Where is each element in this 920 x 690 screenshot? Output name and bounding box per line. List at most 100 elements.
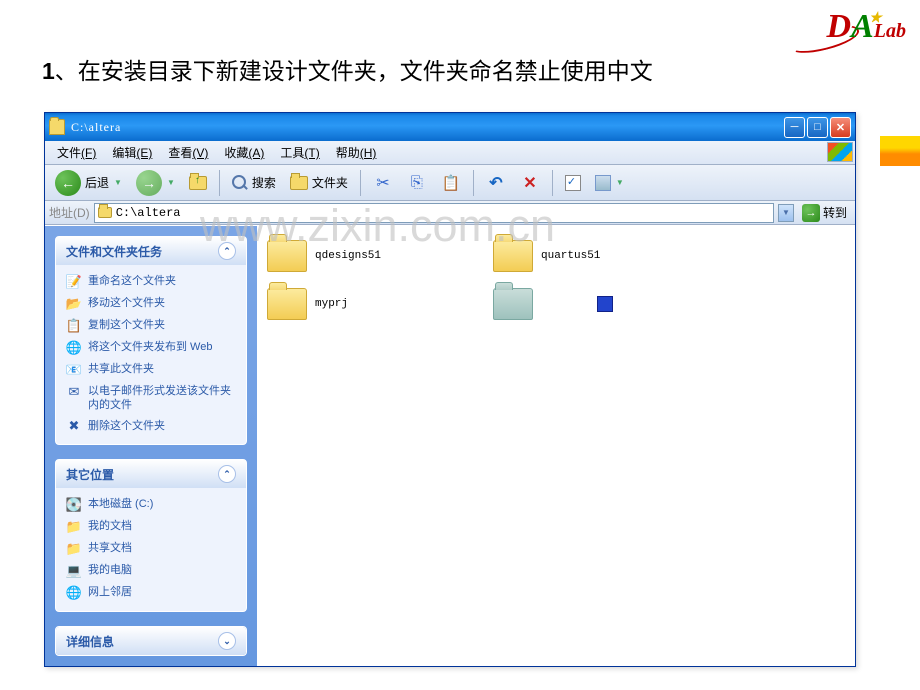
menu-tools[interactable]: 工具(T) (272, 144, 327, 161)
back-button[interactable]: ← 后退 ▼ (49, 168, 128, 198)
task-link[interactable]: 📧共享此文件夹 (66, 359, 236, 381)
task-link[interactable]: ✖删除这个文件夹 (66, 416, 236, 438)
item-label: qdesigns51 (315, 250, 381, 262)
folders-button[interactable]: 文件夹 (284, 172, 354, 193)
forward-button[interactable]: → ▼ (130, 168, 181, 198)
sidebar: 文件和文件夹任务 ⌃ 📝重命名这个文件夹📂移动这个文件夹 📋 复制这个文件夹 🌐 将这个… (45, 226, 257, 666)
folder-item[interactable] (597, 288, 645, 320)
item-list: qdesigns51 quartus51 myprj (267, 240, 845, 320)
separator (219, 170, 220, 196)
place-label: 本地磁盘 (C:) (88, 497, 153, 511)
folder-item[interactable] (493, 288, 541, 320)
windows-flag-icon[interactable] (827, 142, 853, 162)
place-icon: 📁 (66, 519, 82, 535)
logo: DA★Lab (827, 8, 906, 46)
places-title: 其它位置 (66, 466, 114, 483)
folder-open-icon (493, 288, 533, 320)
logo-a: A★ (851, 8, 874, 45)
place-link[interactable]: 💽 本地磁盘 (C:) (66, 494, 236, 516)
folder-icon (493, 240, 533, 272)
undo-button[interactable]: ↶ (480, 171, 512, 195)
places-header[interactable]: 其它位置 ⌃ (56, 460, 246, 488)
menu-file[interactable]: 文件(F) (49, 144, 104, 161)
task-link[interactable]: 📝重命名这个文件夹 (66, 271, 236, 293)
tasks-panel: 文件和文件夹任务 ⌃ 📝重命名这个文件夹📂移动这个文件夹 📋 复制这个文件夹 🌐 将这个… (55, 236, 247, 445)
place-link[interactable]: 🌐网上邻居 (66, 582, 236, 604)
menu-help[interactable]: 帮助(H) (328, 144, 385, 161)
search-button[interactable]: 搜索 (226, 172, 282, 193)
place-icon: 💽 (66, 497, 82, 513)
chevron-down-icon: ▼ (616, 178, 624, 187)
task-label: 移动这个文件夹 (88, 296, 165, 310)
details-header[interactable]: 详细信息 ⌄ (56, 627, 246, 655)
collapse-icon[interactable]: ⌃ (218, 242, 236, 260)
address-label: 地址(D) (49, 204, 90, 221)
details-panel: 详细信息 ⌄ (55, 626, 247, 656)
folder-icon (267, 288, 307, 320)
task-link[interactable]: 📋 复制这个文件夹 (66, 315, 236, 337)
forward-icon: → (136, 170, 162, 196)
window-buttons: ─ □ ✕ (784, 117, 851, 138)
tasks-title: 文件和文件夹任务 (66, 243, 162, 260)
undo-icon: ↶ (486, 173, 506, 193)
task-icon: 🌐 (66, 340, 82, 356)
minimize-button[interactable]: ─ (784, 117, 805, 138)
chip-icon (597, 296, 613, 312)
place-label: 我的电脑 (88, 563, 132, 577)
task-label: 复制这个文件夹 (88, 318, 165, 332)
folder-icon (290, 176, 308, 190)
maximize-button[interactable]: □ (807, 117, 828, 138)
heading-text: 、在安装目录下新建设计文件夹，文件夹命名禁止使用中文 (55, 59, 653, 84)
task-label: 将这个文件夹发布到 Web (88, 340, 212, 354)
logo-d: D (827, 8, 852, 45)
up-button[interactable]: ↑ (183, 174, 213, 192)
close-button[interactable]: ✕ (830, 117, 851, 138)
properties-button[interactable] (559, 173, 587, 193)
folder-icon (267, 240, 307, 272)
chevron-down-icon: ▼ (167, 178, 175, 187)
expand-icon[interactable]: ⌄ (218, 632, 236, 650)
place-link[interactable]: 📁 我的文档 (66, 516, 236, 538)
address-dropdown[interactable]: ▼ (778, 204, 794, 222)
delete-button[interactable]: ✕ (514, 171, 546, 195)
view-icon (595, 175, 611, 191)
task-icon: 📋 (66, 318, 82, 334)
collapse-icon[interactable]: ⌃ (218, 465, 236, 483)
heading-number: 1 (42, 58, 55, 84)
copy-button[interactable]: ⎘ (401, 171, 433, 195)
task-link[interactable]: 📂移动这个文件夹 (66, 293, 236, 315)
up-folder-icon: ↑ (189, 176, 207, 190)
details-title: 详细信息 (66, 633, 114, 650)
place-link[interactable]: 📁共享文档 (66, 538, 236, 560)
item-label: myprj (315, 298, 348, 310)
cut-button[interactable]: ✂ (367, 171, 399, 195)
tasks-header[interactable]: 文件和文件夹任务 ⌃ (56, 237, 246, 265)
place-label: 共享文档 (88, 541, 132, 555)
views-button[interactable]: ▼ (589, 173, 630, 193)
menu-edit[interactable]: 编辑(E) (104, 144, 160, 161)
star-icon: ★ (869, 10, 882, 27)
titlebar[interactable]: C:\altera ─ □ ✕ (45, 113, 855, 141)
task-link[interactable]: ✉以电子邮件形式发送该文件夹内的文件 (66, 381, 236, 416)
folder-item[interactable]: myprj (267, 288, 437, 320)
menu-favorites[interactable]: 收藏(A) (216, 144, 272, 161)
folder-item[interactable]: quartus51 (493, 240, 663, 272)
place-link[interactable]: 💻我的电脑 (66, 560, 236, 582)
address-input[interactable]: C:\altera (94, 203, 774, 223)
search-icon (232, 175, 248, 191)
task-link[interactable]: 🌐 将这个文件夹发布到 Web (66, 337, 236, 359)
separator (360, 170, 361, 196)
window-title: C:\altera (71, 120, 121, 135)
task-icon: ✖ (66, 419, 82, 435)
cut-icon: ✂ (373, 173, 393, 193)
place-label: 我的文档 (88, 519, 132, 533)
copy-icon: ⎘ (407, 173, 427, 193)
content-pane[interactable]: qdesigns51 quartus51 myprj (257, 226, 855, 666)
menu-view[interactable]: 查看(V) (160, 144, 216, 161)
paste-button[interactable]: 📋 (435, 171, 467, 195)
back-icon: ← (55, 170, 81, 196)
folder-icon (98, 207, 112, 218)
places-panel: 其它位置 ⌃ 💽 本地磁盘 (C:) 📁 我的文档 📁共享文档💻我的电脑🌐网上邻居 (55, 459, 247, 612)
folder-item[interactable]: qdesigns51 (267, 240, 437, 272)
go-button[interactable]: → 转到 (798, 203, 851, 223)
